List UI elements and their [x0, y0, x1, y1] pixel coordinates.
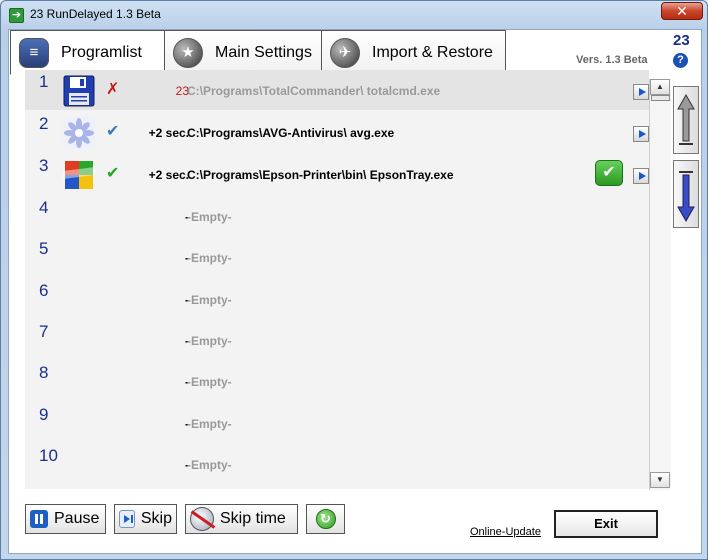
row-number: 3	[39, 156, 49, 175]
tab-label: Programlist	[61, 43, 142, 61]
main-panel: ≡ Programlist ★ Main Settings ✈ Import &…	[8, 29, 702, 554]
row-number: 1	[39, 72, 49, 91]
version-label: Vers. 1.3 Beta	[576, 54, 648, 66]
row-number: 9	[39, 405, 49, 424]
row-number: 10	[39, 446, 58, 465]
program-path: C:\Programs\Epson-Printer\bin\ EpsonTray…	[187, 168, 454, 182]
list-row[interactable]: 2 ✔ +2 sec. C:\Programs\AVG-Antivirus\ avg.…	[25, 112, 649, 152]
tab-import-restore[interactable]: ✈ Import & Restore	[321, 30, 506, 75]
delay-value: +2 sec.	[148, 126, 189, 140]
exit-button[interactable]: Exit	[554, 510, 658, 538]
list-row[interactable]: 4- -Empty-	[25, 196, 649, 236]
refresh-icon: ↻	[315, 509, 336, 529]
skip-time-label: Skip time	[220, 510, 286, 527]
refresh-button[interactable]: ↻	[306, 504, 345, 534]
pause-button[interactable]: Pause	[25, 504, 106, 534]
arrow-up-icon	[677, 93, 695, 145]
pause-icon	[30, 510, 48, 528]
row-number: 5	[39, 239, 49, 258]
tab-programlist[interactable]: ≡ Programlist	[10, 30, 165, 75]
floppy-disk-icon	[63, 75, 95, 107]
window-title: 23 RunDelayed 1.3 Beta	[30, 7, 161, 21]
skip-icon	[119, 510, 135, 528]
tab-label: Import & Restore	[372, 43, 493, 61]
row-number: 2	[39, 114, 49, 133]
disabled-checkbox[interactable]: ✗	[106, 82, 124, 98]
scroll-up-button[interactable]: ▲	[650, 79, 670, 95]
list-row[interactable]: 1 ✗ 23 C:\Programs\TotalCommander\ totalcmd…	[25, 70, 649, 110]
row-number: 8	[39, 363, 49, 382]
program-path: -Empty-	[187, 210, 232, 224]
star-icon: ★	[173, 37, 203, 68]
epson-icon	[63, 159, 95, 191]
program-counter: 23	[673, 32, 690, 49]
row-number: 7	[39, 322, 49, 341]
skip-time-button[interactable]: Skip time	[185, 504, 298, 534]
program-path: -Empty-	[187, 417, 232, 431]
arrow-down-icon	[677, 171, 695, 223]
program-path: -Empty-	[187, 251, 232, 265]
enabled-checkbox[interactable]: ✔	[106, 166, 124, 182]
list-scrollbar[interactable]: ▲ ▼	[649, 79, 671, 490]
program-path: C:\Programs\AVG-Antivirus\ avg.exe	[187, 126, 395, 140]
programlist-icon: ≡	[19, 37, 49, 68]
stopwatch-icon	[190, 507, 216, 531]
list-row[interactable]: 9- -Empty-	[25, 403, 649, 443]
title-bar: ➔ 23 RunDelayed 1.3 Beta ✕	[1, 1, 707, 29]
online-update-link[interactable]: Online-Update	[470, 526, 541, 538]
enabled-checkbox[interactable]: ✔	[106, 124, 124, 140]
tab-label: Main Settings	[215, 43, 312, 61]
program-path: -Empty-	[187, 458, 232, 472]
move-up-button[interactable]	[673, 86, 699, 154]
app-window: ➔ 23 RunDelayed 1.3 Beta ✕ ≡ Programlist…	[0, 0, 708, 560]
program-path: -Empty-	[187, 375, 232, 389]
list-row[interactable]: 6- -Empty-	[25, 279, 649, 319]
skip-label: Skip	[140, 510, 172, 527]
list-row[interactable]: 5- -Empty-	[25, 237, 649, 277]
delay-value: +2 sec.	[148, 168, 189, 182]
list-row[interactable]: 10- -Empty-	[25, 444, 649, 484]
list-row[interactable]: 8- -Empty-	[25, 361, 649, 401]
program-path: -Empty-	[187, 293, 232, 307]
runner-icon: ✈	[330, 37, 360, 68]
run-now-button[interactable]	[633, 84, 649, 100]
list-row[interactable]: 7- -Empty-	[25, 320, 649, 360]
program-path: -Empty-	[187, 334, 232, 348]
app-icon: ➔	[9, 8, 24, 23]
status-ok-icon: ✔	[595, 160, 623, 186]
program-path: C:\Programs\TotalCommander\ totalcmd.exe	[187, 84, 441, 98]
avg-icon	[63, 117, 95, 149]
scroll-thumb[interactable]	[651, 95, 670, 101]
run-now-button[interactable]	[633, 126, 649, 142]
tab-main-settings[interactable]: ★ Main Settings	[164, 30, 322, 75]
skip-button[interactable]: Skip	[114, 504, 177, 534]
row-number: 6	[39, 281, 49, 300]
pause-label: Pause	[54, 510, 100, 527]
move-down-button[interactable]	[673, 160, 699, 228]
close-button[interactable]: ✕	[661, 2, 703, 20]
scroll-down-button[interactable]: ▼	[650, 472, 670, 488]
run-now-button[interactable]	[633, 168, 649, 184]
help-icon[interactable]: ?	[673, 53, 688, 68]
row-number: 4	[39, 198, 49, 217]
list-row[interactable]: 3 ✔ +2 sec. C:\Programs\Epson-Printer\bin\ …	[25, 154, 649, 194]
